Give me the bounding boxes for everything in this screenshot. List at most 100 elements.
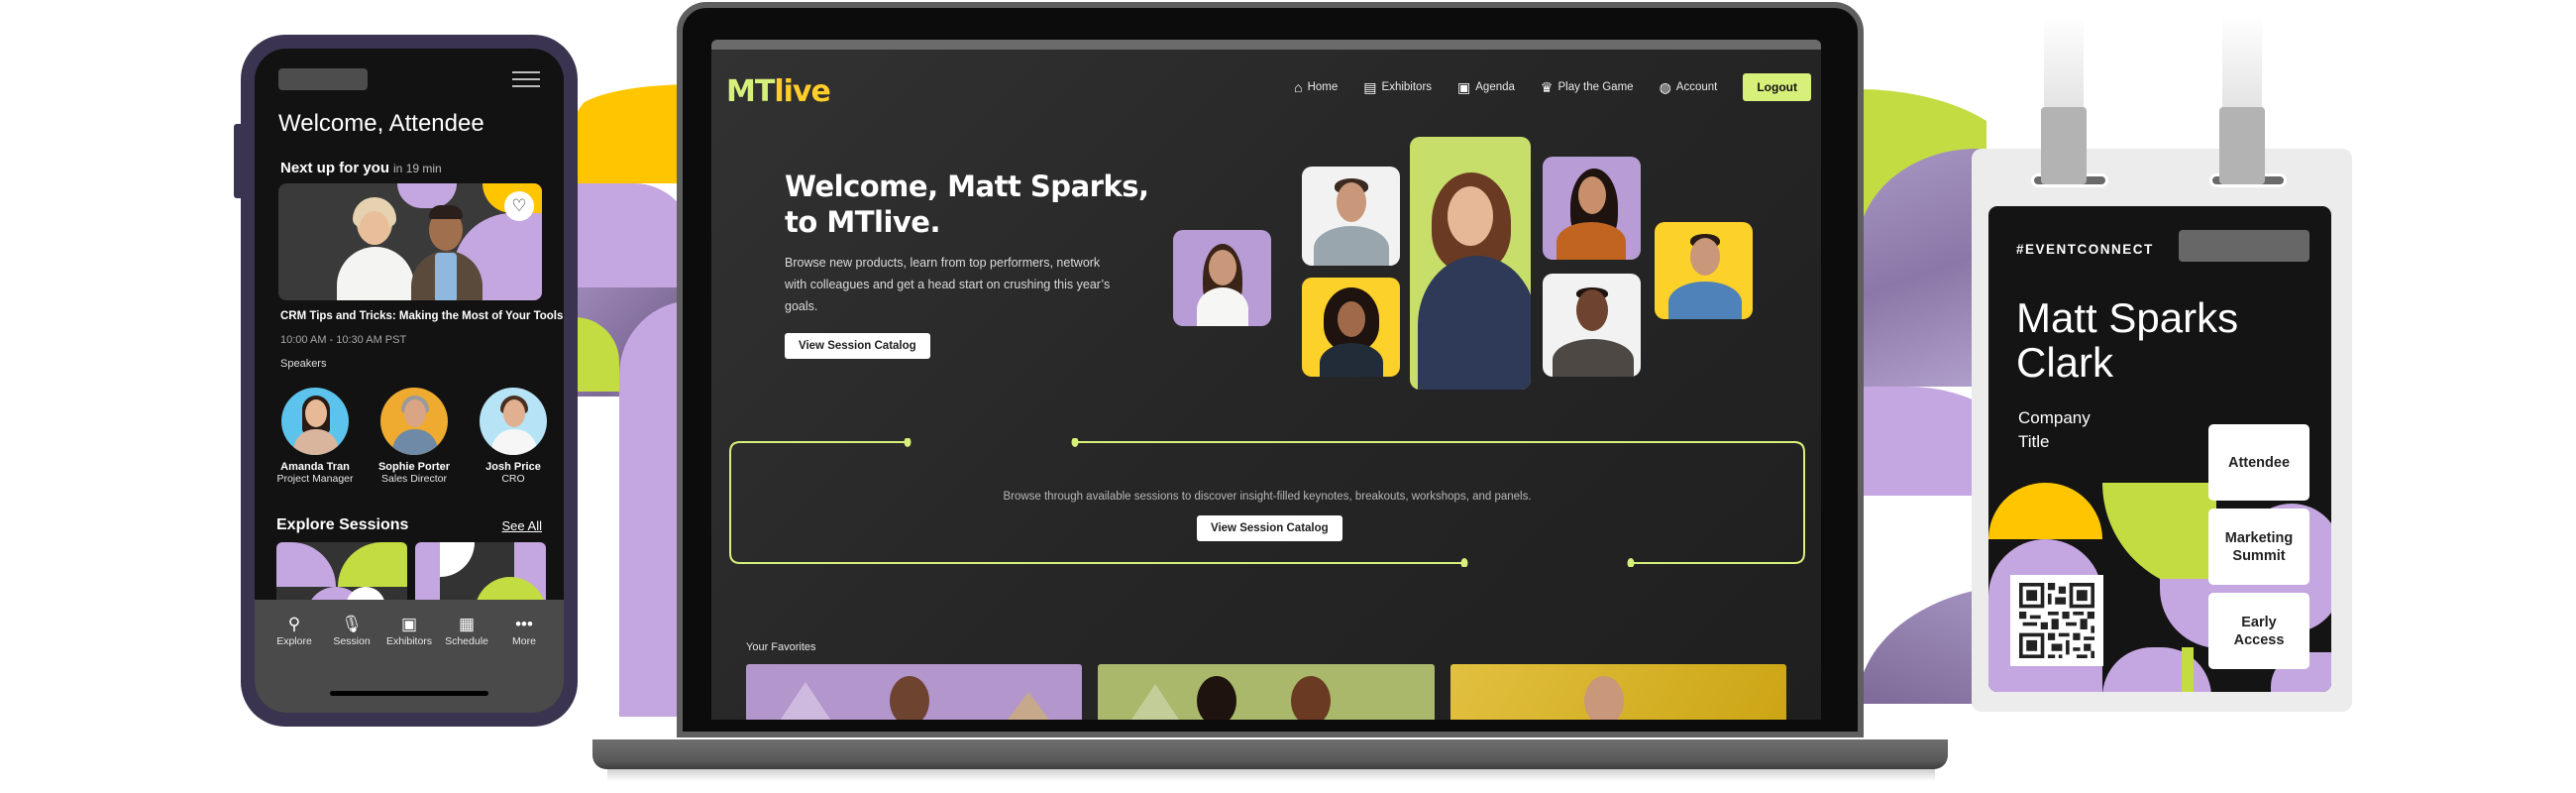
decor-shape xyxy=(1858,387,1986,496)
account-globe-icon: ◍ xyxy=(1659,78,1671,95)
nav-label: Schedule xyxy=(445,635,488,647)
session-tiles xyxy=(276,542,546,602)
lanyard-clip xyxy=(2219,107,2265,184)
hamburger-menu-icon[interactable] xyxy=(512,71,540,87)
badge-name-line: Matt Sparks xyxy=(2016,294,2239,341)
decor-shape xyxy=(1988,483,2102,539)
catalog-banner-text: Browse through available sessions to dis… xyxy=(1003,491,1532,503)
view-session-catalog-button[interactable]: View Session Catalog xyxy=(1197,515,1342,541)
badge-name-line: Clark xyxy=(2016,339,2114,386)
nav-exhibitors[interactable]: ▤ Exhibitors xyxy=(1363,79,1432,96)
lanyard-strap xyxy=(2044,16,2084,110)
home-icon: ⌂ xyxy=(1294,79,1303,95)
nav-agenda[interactable]: ▣ Agenda xyxy=(1457,79,1515,96)
speaker-item[interactable]: Josh Price CRO xyxy=(469,388,558,485)
decor-shape xyxy=(575,183,694,287)
background-decoration-right xyxy=(1858,89,1986,714)
session-tile[interactable] xyxy=(276,542,407,602)
event-badge: #EVENTCONNECT Matt Sparks Clark Company … xyxy=(1972,149,2352,712)
laptop-screen: MTlive ⌂ Home ▤ Exhibitors ▣ Agenda ♛ Play t… xyxy=(711,40,1821,720)
more-icon: ••• xyxy=(515,615,533,633)
view-session-catalog-button[interactable]: View Session Catalog xyxy=(785,333,930,359)
calendar-icon: ▣ xyxy=(1457,78,1471,95)
qr-code[interactable] xyxy=(2010,575,2103,666)
exhibitors-icon: ▣ xyxy=(400,615,418,633)
hero-title: Welcome, Matt Sparks, to MTlive. xyxy=(785,169,1149,240)
session-catalog-banner: Browse through available sessions to dis… xyxy=(726,438,1808,567)
badge-tag-access: Early Access xyxy=(2208,593,2309,669)
badge-company: Company xyxy=(2018,408,2091,427)
nav-exhibitors[interactable]: ▣ Exhibitors xyxy=(381,614,437,647)
hero-title-line: to MTlive. xyxy=(785,205,940,239)
attendee-photo xyxy=(1543,274,1641,377)
browser-top-bar xyxy=(711,40,1821,50)
speaker-name: Amanda Tran xyxy=(280,461,350,473)
nav-label: Home xyxy=(1307,81,1339,93)
attendee-photo xyxy=(1543,157,1641,260)
badge-tag-attendee: Attendee xyxy=(2208,424,2309,501)
home-indicator xyxy=(330,691,488,696)
microphone-icon: 🎙 xyxy=(341,615,363,633)
speaker-role: Project Manager xyxy=(276,473,354,485)
nav-play-the-game[interactable]: ♛ Play the Game xyxy=(1541,79,1634,96)
nav-more[interactable]: ••• More xyxy=(496,614,552,647)
nav-label: Exhibitors xyxy=(1381,81,1433,93)
welcome-heading: Welcome, Attendee xyxy=(278,110,484,137)
nav-explore[interactable]: ⚲ Explore xyxy=(267,614,322,647)
app-logo-placeholder xyxy=(278,68,368,90)
lanyard-strap xyxy=(2222,16,2262,110)
lanyard-clip xyxy=(2041,107,2087,184)
favorite-card[interactable] xyxy=(1098,664,1435,720)
attendee-photo xyxy=(1410,137,1531,390)
qr-code-icon xyxy=(2019,583,2094,658)
badge-hashtag: #EVENTCONNECT xyxy=(2016,242,2154,257)
badge-attendee-name: Matt Sparks Clark xyxy=(2016,295,2238,385)
phone-mockup: Welcome, Attendee Next up for you in 19 m… xyxy=(234,35,578,727)
top-navigation: ⌂ Home ▤ Exhibitors ▣ Agenda ♛ Play the Game… xyxy=(1294,73,1811,101)
bottom-navigation: ⚲ Explore 🎙 Session ▣ Exhibitors ▦ Schedule … xyxy=(255,600,564,713)
trophy-icon: ♛ xyxy=(1540,78,1554,95)
laptop-base xyxy=(592,739,1948,769)
avatar xyxy=(380,388,448,455)
avatar xyxy=(281,388,349,455)
search-icon: ⚲ xyxy=(287,615,301,633)
nav-schedule[interactable]: ▦ Schedule xyxy=(439,614,494,647)
phone-screen: Welcome, Attendee Next up for you in 19 m… xyxy=(255,49,564,713)
nav-label: Session xyxy=(333,635,371,647)
badge-logo-placeholder xyxy=(2179,230,2309,262)
background-decoration-left xyxy=(575,84,694,719)
favorite-card[interactable] xyxy=(1449,664,1786,720)
next-up-countdown: in 19 min xyxy=(393,162,442,175)
speaker-name: Josh Price xyxy=(485,461,541,473)
favorite-card[interactable] xyxy=(746,664,1083,720)
logout-button[interactable]: Logout xyxy=(1743,73,1811,101)
attendee-photo xyxy=(1302,278,1400,377)
nav-label: Exhibitors xyxy=(385,635,433,647)
session-tile[interactable] xyxy=(415,542,546,602)
next-up-heading: Next up for you in 19 min xyxy=(280,160,442,176)
speaker-photo xyxy=(333,195,417,300)
nav-account[interactable]: ◍ Account xyxy=(1660,79,1718,96)
badge-title: Title xyxy=(2018,432,2050,451)
hero-description: Browse new products, learn from top perf… xyxy=(785,256,1111,313)
nav-session[interactable]: 🎙 Session xyxy=(324,614,379,647)
session-title[interactable]: CRM Tips and Tricks: Making the Most of … xyxy=(280,310,563,322)
speakers-label: Speakers xyxy=(280,358,327,370)
explore-sessions-heading: Explore Sessions xyxy=(276,516,409,533)
mtlive-logo[interactable]: MTlive xyxy=(726,74,831,109)
see-all-link[interactable]: See All xyxy=(502,518,542,533)
next-session-card[interactable]: ♡ xyxy=(278,183,542,300)
speakers-list: Amanda Tran Project Manager Sophie Porte… xyxy=(270,388,558,485)
nav-label: More xyxy=(512,635,536,647)
nav-label: Explore xyxy=(276,635,312,647)
favorite-heart-icon[interactable]: ♡ xyxy=(504,191,534,221)
calendar-icon: ▦ xyxy=(458,615,476,633)
laptop-mockup: MTlive ⌂ Home ▤ Exhibitors ▣ Agenda ♛ Play t… xyxy=(592,2,1948,781)
speaker-item[interactable]: Amanda Tran Project Manager xyxy=(270,388,360,485)
speaker-role: CRO xyxy=(501,473,525,485)
attendee-photo xyxy=(1173,230,1271,326)
nav-home[interactable]: ⌂ Home xyxy=(1294,79,1338,95)
speaker-item[interactable]: Sophie Porter Sales Director xyxy=(370,388,459,485)
logo-mt: MT xyxy=(726,74,775,109)
speaker-name: Sophie Porter xyxy=(377,461,451,473)
